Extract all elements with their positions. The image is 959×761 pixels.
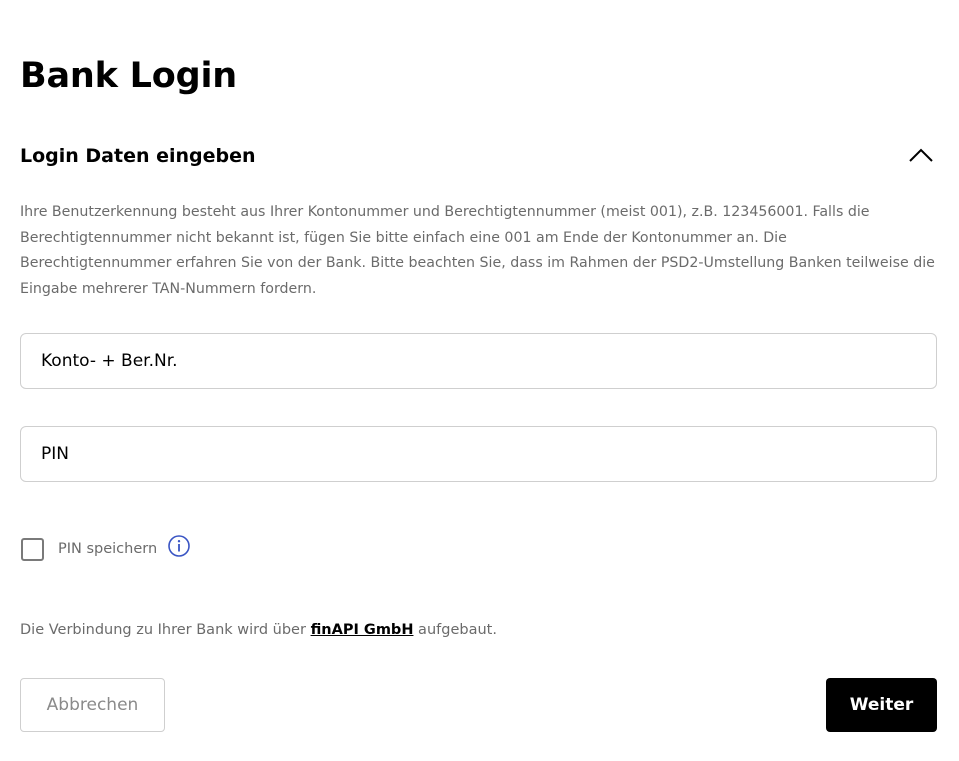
info-button[interactable]: [167, 534, 191, 558]
connection-note: Die Verbindung zu Ihrer Bank wird über f…: [20, 618, 497, 642]
pin-input[interactable]: [20, 426, 937, 482]
save-pin-checkbox[interactable]: [21, 537, 44, 561]
save-pin-label[interactable]: PIN speichern: [58, 534, 157, 564]
next-button[interactable]: Weiter: [826, 678, 937, 732]
cancel-button[interactable]: Abbrechen: [20, 678, 165, 732]
chevron-up-icon: [909, 148, 933, 162]
save-pin-row: PIN speichern: [21, 534, 191, 564]
login-section-header[interactable]: Login Daten eingeben: [20, 140, 937, 172]
page-title: Bank Login: [20, 56, 237, 96]
collapse-toggle-button[interactable]: [907, 142, 935, 170]
account-number-input[interactable]: [20, 333, 937, 389]
provider-link[interactable]: finAPI GmbH: [311, 622, 414, 638]
section-title: Login Daten eingeben: [20, 145, 256, 167]
info-icon: [168, 535, 190, 557]
connection-note-prefix: Die Verbindung zu Ihrer Bank wird über: [20, 622, 311, 638]
connection-note-suffix: aufgebaut.: [413, 622, 497, 638]
help-text: Ihre Benutzerkennung besteht aus Ihrer K…: [20, 204, 935, 297]
